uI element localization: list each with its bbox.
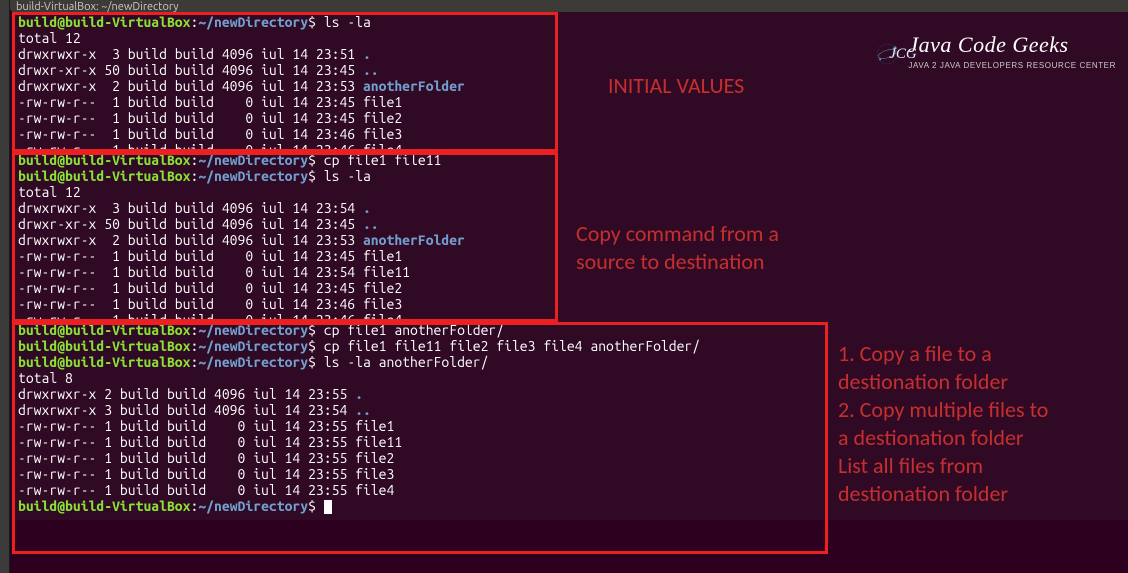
file-name: file2 [363,110,402,126]
file-name: file1 [363,94,402,110]
file-name: file3 [363,126,402,142]
file-name: file4 [363,142,402,152]
command-text: ls -la anotherFolder/ [324,354,489,370]
jcg-logo-icon: JCG [876,27,898,81]
prompt-path: ~/newDirectory [198,14,308,30]
annotation-label-3: 1. Copy a file to a destionation folder … [838,340,1048,508]
window-title: build-VirtualBox: ~/newDirectory [16,1,179,12]
prompt-host: build-VirtualBox [65,14,190,30]
jcg-logo-subtitle: Java 2 Java Developers Resource Center [908,58,1116,74]
command-text: cp file1 file11 [324,152,442,168]
output-line: -rw-rw-r-- 1 build build 0 iul 14 23:45 … [18,248,1122,264]
prompt-line[interactable]: build@build-VirtualBox:~/newDirectory$ c… [18,152,1122,168]
output-line: drwxrwxr-x 2 build build 4096 iul 14 23:… [18,232,1122,248]
command-text: cp file1 file11 file2 file3 file4 anothe… [324,338,700,354]
cursor-icon [324,500,332,514]
dir-name: anotherFolder [363,78,465,94]
dir-name: .. [363,62,379,78]
prompt-at: @ [57,14,65,30]
jcg-logo-text: Java Code Geeks Java 2 Java Developers R… [908,34,1116,74]
output-line: -rw-rw-r-- 1 build build 0 iul 14 23:46 … [18,312,1122,322]
window-titlebar: build-VirtualBox: ~/newDirectory [10,0,1128,12]
command-text: ls -la [324,14,371,30]
output-line: -rw-rw-r-- 1 build build 0 iul 14 23:46 … [18,126,1122,142]
output-line: -rw-rw-r-- 1 build build 0 iul 14 23:45 … [18,110,1122,126]
annotation-label-1: INITIAL VALUES [608,72,744,100]
output-line: drwxr-xr-x 50 build build 4096 iul 14 23… [18,216,1122,232]
unity-launcher [0,0,10,573]
output-line: drwxrwxr-x 3 build build 4096 iul 14 23:… [18,200,1122,216]
output-line: -rw-rw-r-- 1 build build 0 iul 14 23:46 … [18,296,1122,312]
output-line: total 12 [18,184,1122,200]
prompt-line[interactable]: build@build-VirtualBox:~/newDirectory$ c… [18,322,1122,338]
output-line: -rw-rw-r-- 1 build build 0 iul 14 23:45 … [18,94,1122,110]
output-line: -rw-rw-r-- 1 build build 0 iul 14 23:46 … [18,142,1122,152]
annotation-label-2: Copy command from a source to destinatio… [576,220,779,276]
jcg-logo-title: Java Code Geeks [908,34,1116,56]
command-text: ls -la [324,168,371,184]
output-line: -rw-rw-r-- 1 build build 0 iul 14 23:54 … [18,264,1122,280]
command-text: cp file1 anotherFolder/ [324,322,504,338]
prompt-line[interactable]: build@build-VirtualBox:~/newDirectory$ l… [18,168,1122,184]
dir-name: . [363,46,371,62]
prompt-user: build [18,14,57,30]
prompt-dollar: $ [308,14,316,30]
jcg-logo-initials: JCG [889,46,917,62]
jcg-logo: JCG Java Code Geeks Java 2 Java Develope… [876,26,1116,82]
output-line: -rw-rw-r-- 1 build build 0 iul 14 23:45 … [18,280,1122,296]
